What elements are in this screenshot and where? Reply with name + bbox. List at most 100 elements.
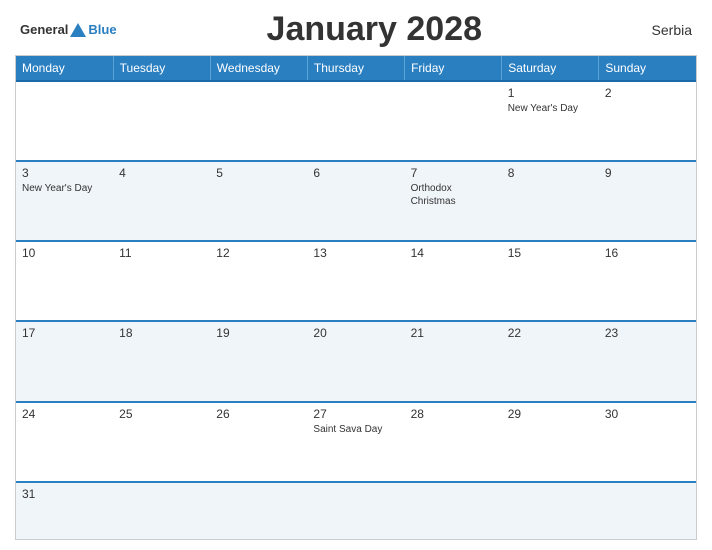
day-number: 17: [22, 326, 107, 340]
calendar-cell: 1 New Year's Day: [502, 81, 599, 161]
calendar-cell: 22: [502, 321, 599, 401]
calendar-cell: 13: [307, 241, 404, 321]
day-number: 12: [216, 246, 301, 260]
day-header-sunday: Sunday: [599, 56, 696, 81]
calendar-cell: 23: [599, 321, 696, 401]
calendar-cell: 27 Saint Sava Day: [307, 402, 404, 482]
calendar-cell: 18: [113, 321, 210, 401]
calendar-cell: 29: [502, 402, 599, 482]
week-row-2: 3 New Year's Day 4567 Orthodox Christmas 89: [16, 161, 696, 241]
calendar-cell: 25: [113, 402, 210, 482]
calendar-cell: [307, 482, 404, 539]
day-number: 20: [313, 326, 398, 340]
day-number: 2: [605, 86, 690, 100]
calendar-cell: 20: [307, 321, 404, 401]
calendar-cell: [113, 482, 210, 539]
calendar-cell: 21: [405, 321, 502, 401]
day-number: 16: [605, 246, 690, 260]
day-number: 8: [508, 166, 593, 180]
day-number: 14: [411, 246, 496, 260]
calendar-cell: 7 Orthodox Christmas: [405, 161, 502, 241]
week-row-3: 10 11 12 13 14 15 16: [16, 241, 696, 321]
week-row-1: 1 New Year's Day 2: [16, 81, 696, 161]
day-number: 9: [605, 166, 690, 180]
calendar-cell: 6: [307, 161, 404, 241]
calendar-cell: [113, 81, 210, 161]
day-number: 13: [313, 246, 398, 260]
calendar-cell: [502, 482, 599, 539]
calendar-cell: 30: [599, 402, 696, 482]
day-number: 31: [22, 487, 107, 501]
day-number: 10: [22, 246, 107, 260]
calendar-cell: 14: [405, 241, 502, 321]
calendar-title: January 2028: [117, 10, 632, 49]
calendar-cell: 28: [405, 402, 502, 482]
calendar-cell: [405, 482, 502, 539]
day-number: 19: [216, 326, 301, 340]
week-row-4: 17 18 19 20 21 22 23: [16, 321, 696, 401]
week-row-6: 31: [16, 482, 696, 539]
calendar-event: Orthodox Christmas: [411, 183, 456, 207]
day-number: 5: [216, 166, 301, 180]
calendar-cell: 12: [210, 241, 307, 321]
logo-triangle-icon: [70, 23, 86, 37]
calendar-cell: 11: [113, 241, 210, 321]
day-header-thursday: Thursday: [307, 56, 404, 81]
logo-general-text: General: [20, 22, 68, 37]
day-header-friday: Friday: [405, 56, 502, 81]
calendar-cell: [307, 81, 404, 161]
calendar-cell: 16: [599, 241, 696, 321]
day-number: 7: [411, 166, 496, 180]
calendar-cell: 19: [210, 321, 307, 401]
day-header-monday: Monday: [16, 56, 113, 81]
calendar-cell: 8: [502, 161, 599, 241]
calendar-cell: [210, 81, 307, 161]
calendar-cell: 24: [16, 402, 113, 482]
day-number: 26: [216, 407, 301, 421]
day-number: 25: [119, 407, 204, 421]
calendar-cell: 4: [113, 161, 210, 241]
day-number: 4: [119, 166, 204, 180]
day-number: 18: [119, 326, 204, 340]
calendar-cell: 15: [502, 241, 599, 321]
calendar-cell: 17: [16, 321, 113, 401]
calendar-cell: 31: [16, 482, 113, 539]
day-number: 29: [508, 407, 593, 421]
day-number: 11: [119, 246, 204, 260]
calendar-event: Saint Sava Day: [313, 424, 382, 435]
day-number: 30: [605, 407, 690, 421]
calendar-cell: [405, 81, 502, 161]
calendar-cell: 26: [210, 402, 307, 482]
day-number: 22: [508, 326, 593, 340]
day-number: 21: [411, 326, 496, 340]
day-header-wednesday: Wednesday: [210, 56, 307, 81]
day-number: 23: [605, 326, 690, 340]
calendar-cell: 10: [16, 241, 113, 321]
logo-blue-text: Blue: [88, 22, 116, 37]
calendar-cell: [16, 81, 113, 161]
day-number: 27: [313, 407, 398, 421]
day-number: 1: [508, 86, 593, 100]
calendar-cell: 3 New Year's Day: [16, 161, 113, 241]
calendar-event: New Year's Day: [22, 183, 92, 194]
day-number: 3: [22, 166, 107, 180]
day-number: 24: [22, 407, 107, 421]
calendar-cell: 2: [599, 81, 696, 161]
calendar-cell: 9: [599, 161, 696, 241]
calendar-cell: [599, 482, 696, 539]
calendar-header: General Blue January 2028 Serbia: [15, 10, 697, 49]
day-header-tuesday: Tuesday: [113, 56, 210, 81]
day-header-saturday: Saturday: [502, 56, 599, 81]
logo: General Blue: [20, 22, 117, 37]
page: General Blue January 2028 Serbia MondayT…: [0, 0, 712, 550]
calendar-event: New Year's Day: [508, 103, 578, 114]
days-header-row: MondayTuesdayWednesdayThursdayFridaySatu…: [16, 56, 696, 81]
country-label: Serbia: [632, 22, 692, 38]
day-number: 6: [313, 166, 398, 180]
calendar-grid: MondayTuesdayWednesdayThursdayFridaySatu…: [15, 55, 697, 540]
day-number: 28: [411, 407, 496, 421]
calendar-cell: 5: [210, 161, 307, 241]
day-number: 15: [508, 246, 593, 260]
calendar-cell: [210, 482, 307, 539]
week-row-5: 24 25 26 27 Saint Sava Day 28 29 30: [16, 402, 696, 482]
